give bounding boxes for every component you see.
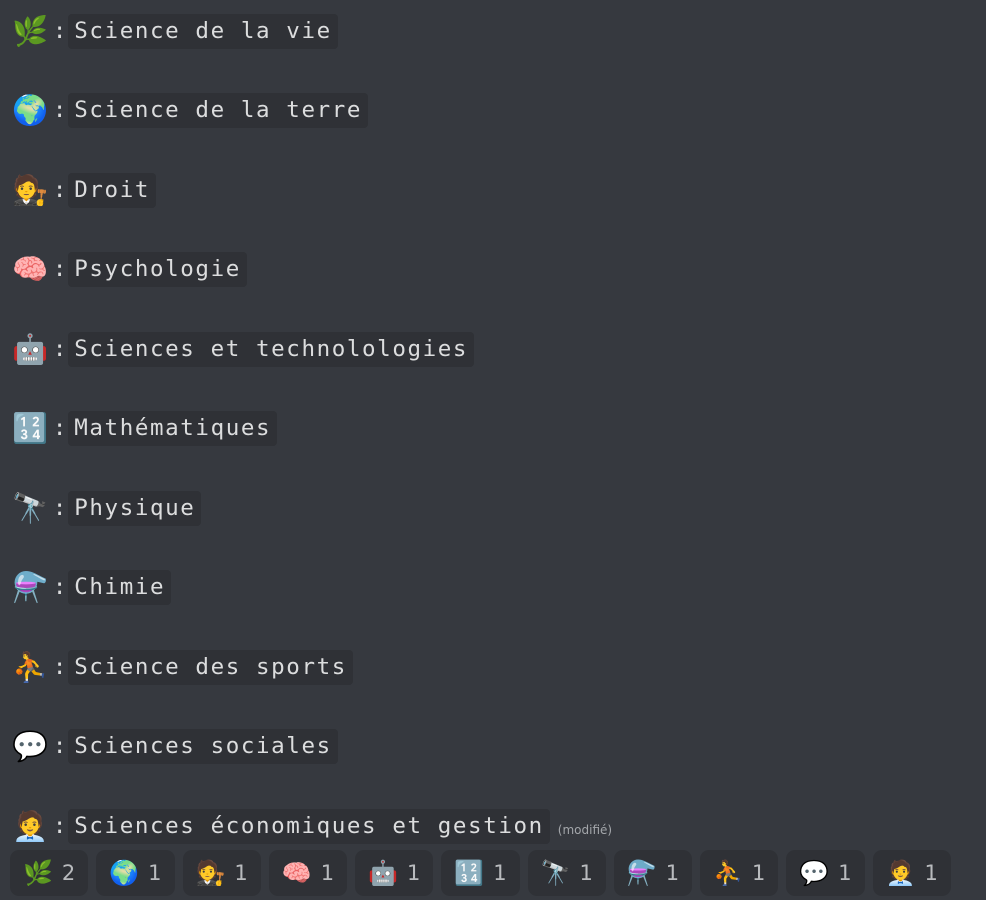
category-label: Physique	[68, 490, 202, 526]
colon: :	[53, 415, 67, 441]
reaction-count: 1	[579, 861, 593, 885]
line-science-des-sports: ⛹️ : Science des sports	[10, 647, 353, 687]
reaction-count: 1	[752, 861, 766, 885]
colon: :	[53, 18, 67, 44]
line-sciences-sociales: 💬 : Sciences sociales	[10, 726, 338, 766]
basketball-player-icon: ⛹️	[11, 650, 49, 684]
alembic-icon: ⚗️	[11, 570, 49, 604]
category-label: Science de la terre	[68, 92, 369, 128]
reaction-telescope[interactable]: 🔭 1	[527, 850, 606, 896]
judge-icon: 🧑‍⚖️	[11, 173, 49, 207]
reaction-count: 1	[493, 861, 507, 885]
reaction-office-worker[interactable]: 🧑‍💼 1	[872, 850, 951, 896]
reaction-robot[interactable]: 🤖 1	[355, 850, 434, 896]
reaction-alembic[interactable]: ⚗️ 1	[613, 850, 693, 896]
reaction-numbers[interactable]: 🔢 1	[441, 850, 520, 896]
colon: :	[53, 177, 67, 203]
reaction-brain[interactable]: 🧠 1	[268, 850, 348, 896]
line-sciences-economiques-et-gestion: 🧑‍💼 : Sciences économiques et gestion (m…	[10, 806, 612, 846]
numbers-icon: 🔢	[454, 859, 485, 887]
judge-icon: 🧑‍⚖️	[195, 859, 226, 887]
category-label: Droit	[68, 172, 156, 208]
line-droit: 🧑‍⚖️ : Droit	[10, 170, 156, 210]
category-label: Mathématiques	[68, 410, 278, 446]
brain-icon: 🧠	[11, 252, 49, 286]
colon: :	[53, 256, 67, 282]
reaction-count: 1	[406, 861, 421, 885]
colon: :	[53, 97, 67, 123]
line-mathematiques: 🔢 : Mathématiques	[10, 408, 278, 448]
reaction-basketball-player[interactable]: ⛹️ 1	[700, 850, 779, 896]
speech-bubble-icon: 💬	[11, 729, 49, 763]
globe-icon: 🌍	[109, 859, 140, 887]
robot-icon: 🤖	[11, 332, 49, 366]
line-sciences-et-technologies: 🤖 : Sciences et technolologies	[10, 329, 475, 369]
office-worker-icon: 🧑‍💼	[11, 809, 49, 843]
reaction-speech-bubble[interactable]: 💬 1	[786, 850, 865, 896]
reactions-bar: 🌿 2 🌍 1 🧑‍⚖️ 1 🧠 1 🤖 1 🔢 1 🔭 1 ⚗️ 1 ⛹️ 1…	[10, 850, 951, 896]
reaction-judge[interactable]: 🧑‍⚖️ 1	[182, 850, 261, 896]
herb-icon: 🌿	[11, 14, 49, 48]
basketball-player-icon: ⛹️	[713, 859, 744, 887]
reaction-count: 1	[924, 861, 938, 885]
reaction-globe[interactable]: 🌍 1	[96, 850, 175, 896]
office-worker-icon: 🧑‍💼	[885, 859, 916, 887]
line-psychologie: 🧠 : Psychologie	[10, 249, 247, 289]
category-label: Sciences et technolologies	[68, 331, 475, 367]
edited-indicator: (modifié)	[557, 823, 613, 837]
numbers-icon: 🔢	[11, 411, 49, 445]
speech-bubble-icon: 💬	[799, 859, 830, 887]
reaction-count: 1	[148, 861, 162, 885]
herb-icon: 🌿	[23, 859, 53, 887]
telescope-icon: 🔭	[540, 859, 571, 887]
line-science-de-la-vie: 🌿 : Science de la vie	[10, 11, 338, 51]
telescope-icon: 🔭	[11, 491, 49, 525]
colon: :	[53, 733, 67, 759]
brain-icon: 🧠	[281, 859, 312, 887]
reaction-count: 1	[234, 861, 248, 885]
reaction-herb[interactable]: 🌿 2	[10, 850, 89, 896]
line-physique: 🔭 : Physique	[10, 488, 202, 528]
category-label: Psychologie	[68, 251, 247, 287]
colon: :	[53, 336, 67, 362]
colon: :	[53, 574, 67, 600]
reaction-count: 1	[665, 861, 680, 885]
alembic-icon: ⚗️	[626, 859, 657, 887]
robot-icon: 🤖	[368, 859, 398, 887]
reaction-count: 1	[838, 861, 852, 885]
colon: :	[53, 654, 67, 680]
reaction-count: 1	[320, 861, 335, 885]
colon: :	[53, 813, 67, 839]
colon: :	[53, 495, 67, 521]
category-label: Science des sports	[68, 649, 353, 685]
category-label: Sciences économiques et gestion	[68, 808, 550, 844]
globe-icon: 🌍	[11, 93, 49, 127]
line-science-de-la-terre: 🌍 : Science de la terre	[10, 90, 369, 130]
line-chimie: ⚗️ : Chimie	[10, 567, 172, 607]
category-label: Science de la vie	[68, 13, 338, 49]
category-label: Chimie	[68, 569, 172, 605]
reaction-count: 2	[61, 861, 76, 885]
category-label: Sciences sociales	[68, 728, 338, 764]
